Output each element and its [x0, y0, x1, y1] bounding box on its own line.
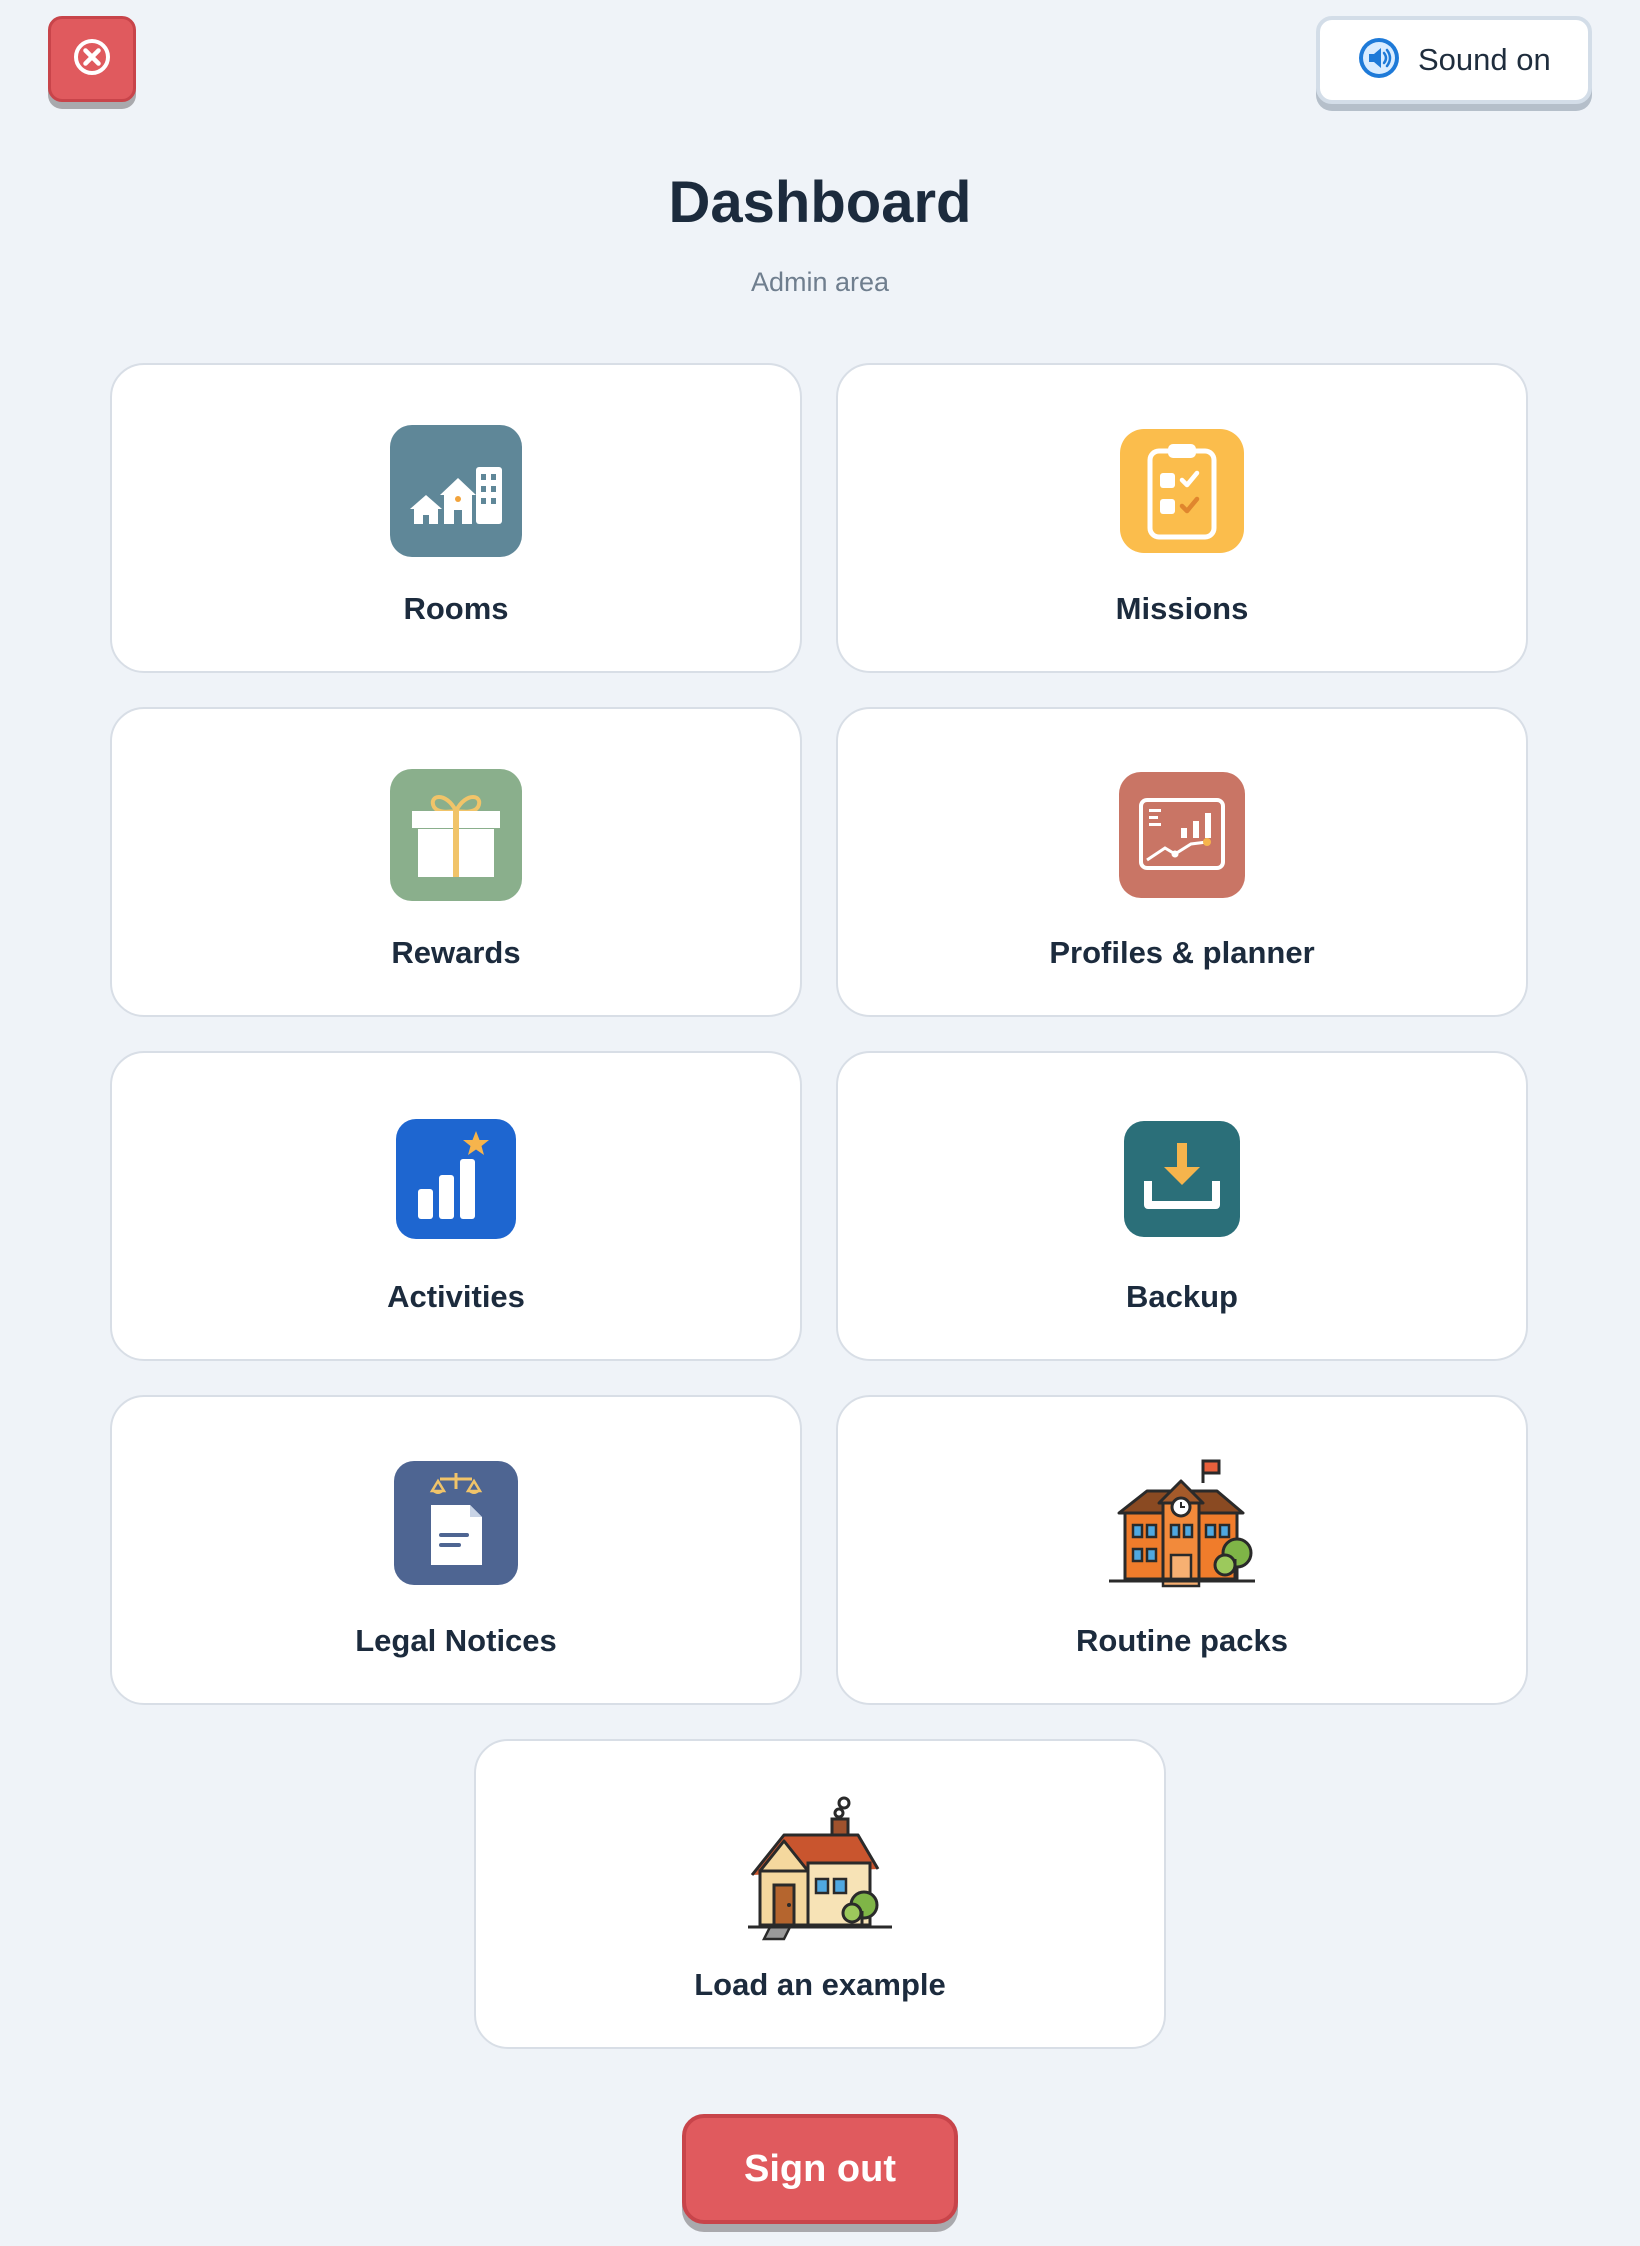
school-building-icon — [1107, 1455, 1257, 1596]
sound-label: Sound on — [1418, 42, 1551, 77]
download-tray-icon — [1124, 1120, 1240, 1242]
clipboard-checklist-icon — [1120, 428, 1244, 558]
legal-document-icon — [394, 1460, 518, 1590]
rooms-card[interactable]: Rooms — [110, 363, 802, 673]
routine-packs-label: Routine packs — [1076, 1623, 1288, 1658]
page-title: Dashboard — [668, 170, 972, 235]
rooms-icon — [390, 424, 522, 562]
backup-card[interactable]: Backup — [836, 1051, 1528, 1361]
house-icon — [746, 1793, 894, 1946]
close-button[interactable] — [48, 16, 136, 102]
activities-label: Activities — [387, 1279, 525, 1314]
profiles-planner-card[interactable]: Profiles & planner — [836, 707, 1528, 1017]
backup-label: Backup — [1126, 1279, 1238, 1314]
sign-out-button[interactable]: Sign out — [682, 2114, 958, 2224]
routine-packs-card[interactable]: Routine packs — [836, 1395, 1528, 1705]
rewards-card[interactable]: Rewards — [110, 707, 802, 1017]
close-icon — [72, 37, 112, 82]
activities-card[interactable]: Activities — [110, 1051, 802, 1361]
analytics-board-icon — [1119, 771, 1245, 903]
legal-notices-label: Legal Notices — [355, 1623, 557, 1658]
sound-toggle-button[interactable]: Sound on — [1316, 16, 1592, 104]
load-example-card[interactable]: Load an example — [474, 1739, 1166, 2049]
missions-card[interactable]: Missions — [836, 363, 1528, 673]
bar-chart-star-icon — [396, 1118, 516, 1244]
gift-icon — [390, 768, 522, 906]
rooms-label: Rooms — [403, 591, 509, 626]
speaker-icon — [1358, 37, 1400, 84]
missions-label: Missions — [1115, 591, 1249, 626]
legal-notices-card[interactable]: Legal Notices — [110, 1395, 802, 1705]
profiles-planner-label: Profiles & planner — [1049, 935, 1315, 970]
rewards-label: Rewards — [391, 935, 521, 970]
load-example-label: Load an example — [694, 1967, 946, 2002]
page-subtitle: Admin area — [750, 267, 890, 297]
